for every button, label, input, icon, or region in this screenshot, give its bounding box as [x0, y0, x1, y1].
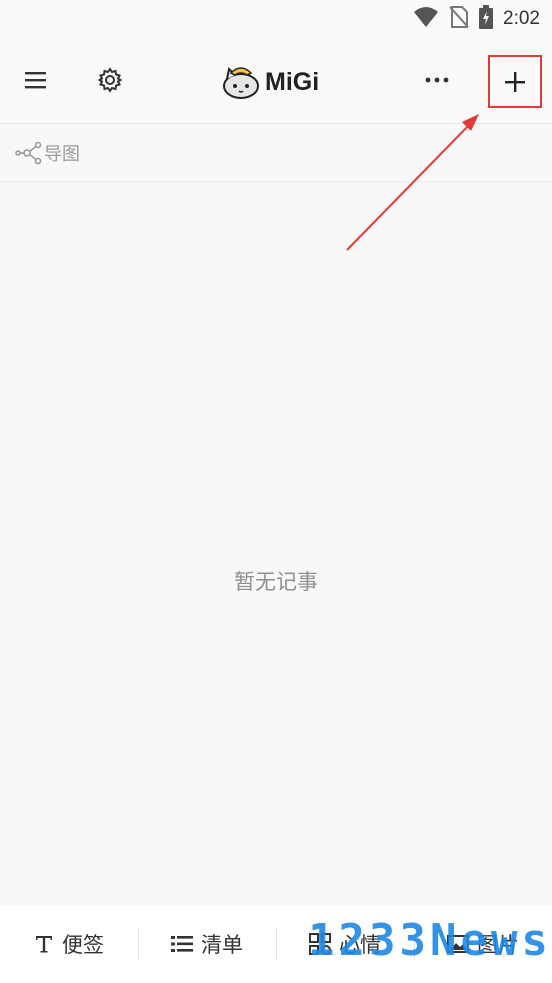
plus-icon: [505, 71, 525, 92]
cat-mascot-icon: [223, 66, 259, 99]
checklist-label: 清单: [201, 933, 243, 957]
new-memo-button[interactable]: 便签: [0, 914, 138, 974]
new-checklist-button[interactable]: 清单: [138, 914, 276, 974]
add-note-button[interactable]: [488, 55, 542, 108]
settings-button[interactable]: [88, 58, 132, 102]
more-dots-icon: [425, 77, 449, 83]
watermark: 1233News: [308, 915, 552, 966]
mindmap-icon: [15, 141, 42, 164]
status-time: 2:02: [503, 8, 540, 29]
logo-text: MiGi: [265, 67, 320, 96]
list-icon: [171, 936, 193, 952]
status-bar: 2:02: [0, 0, 552, 38]
empty-state-text: 暂无记事: [234, 570, 318, 594]
mindmap-filter[interactable]: 导图: [0, 124, 552, 182]
menu-button[interactable]: [14, 58, 58, 102]
wifi-icon: [413, 6, 439, 32]
hamburger-menu-icon: [25, 72, 46, 89]
more-options-button[interactable]: [415, 58, 459, 102]
text-t-icon: [36, 936, 52, 953]
memo-label: 便签: [62, 933, 104, 957]
app-bar: MiGi: [0, 38, 552, 124]
app-logo: MiGi: [221, 62, 319, 102]
filter-label: 导图: [44, 143, 80, 165]
gear-icon: [97, 67, 123, 93]
no-sim-icon: [449, 5, 469, 33]
battery-charging-icon: [479, 5, 494, 33]
